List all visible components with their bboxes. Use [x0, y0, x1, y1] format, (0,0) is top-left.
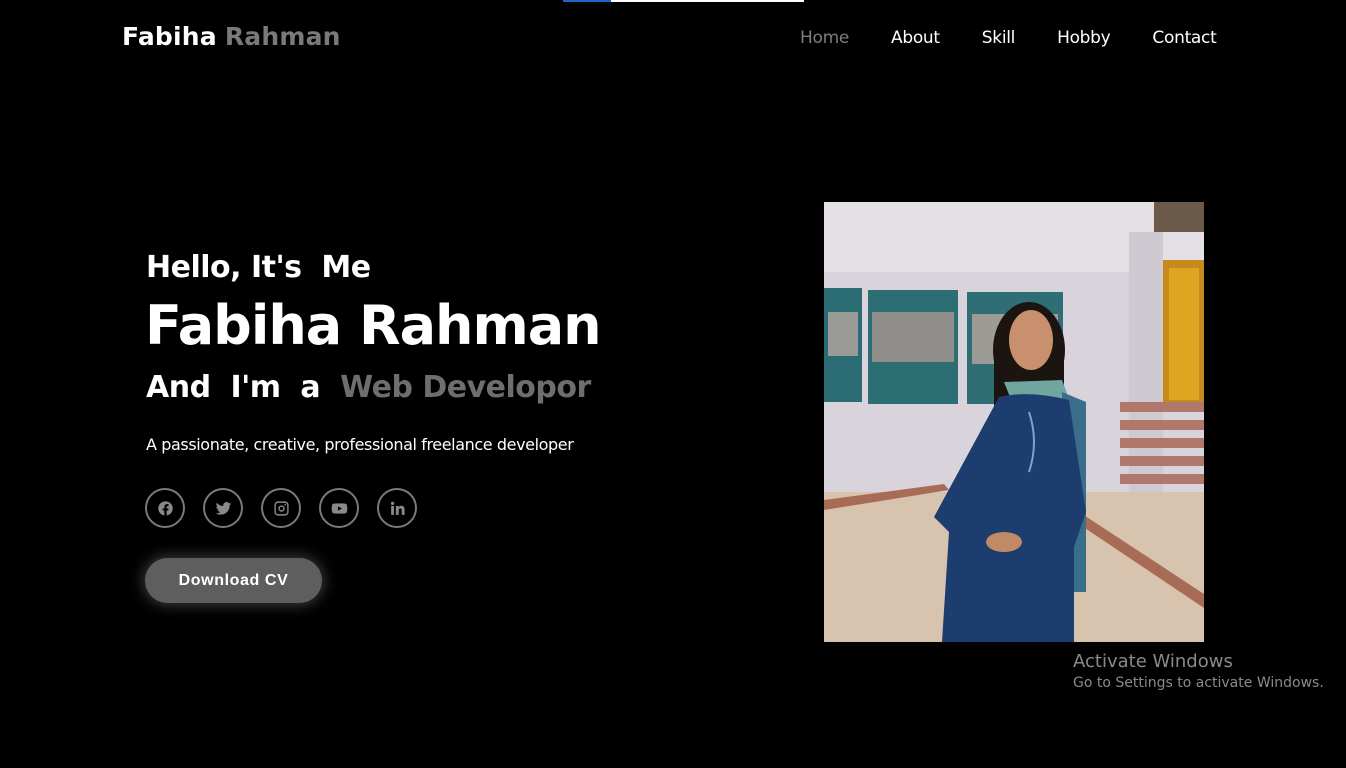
- linkedin-link[interactable]: [377, 488, 417, 528]
- hero-greeting: Hello, It's Me: [146, 250, 371, 285]
- youtube-link[interactable]: [319, 488, 359, 528]
- profile-photo-illustration: [824, 202, 1204, 642]
- nav-skill[interactable]: Skill: [982, 28, 1016, 48]
- twitter-icon: [215, 501, 231, 515]
- linkedin-icon: [390, 501, 405, 515]
- site-logo[interactable]: Fabiha Rahman: [122, 22, 341, 51]
- nav-home[interactable]: Home: [800, 28, 849, 48]
- portfolio-page: Fabiha Rahman Home About Skill Hobby Cont…: [0, 0, 1346, 768]
- logo-last-name: Rahman: [224, 22, 341, 51]
- watermark-title: Activate Windows: [1073, 651, 1233, 672]
- facebook-icon: [157, 500, 173, 516]
- hero-name: Fabiha Rahman: [145, 294, 602, 357]
- download-cv-button[interactable]: Download CV: [145, 558, 322, 603]
- hero-role-prefix: And I'm a: [146, 370, 341, 405]
- facebook-link[interactable]: [145, 488, 185, 528]
- profile-photo: [824, 202, 1204, 642]
- hero-role: And I'm a Web Developor: [146, 370, 591, 405]
- hero-tagline: A passionate, creative, professional fre…: [146, 435, 574, 454]
- nav-about[interactable]: About: [891, 28, 940, 48]
- nav-hobby[interactable]: Hobby: [1057, 28, 1111, 48]
- logo-first-name: Fabiha: [122, 22, 217, 51]
- page-load-progress: [563, 0, 612, 2]
- page-load-bar: [563, 0, 804, 2]
- watermark-subtitle: Go to Settings to activate Windows.: [1073, 675, 1324, 691]
- nav-contact[interactable]: Contact: [1152, 28, 1216, 48]
- instagram-link[interactable]: [261, 488, 301, 528]
- windows-activation-watermark: Activate Windows Go to Settings to activ…: [1073, 651, 1324, 691]
- social-links: [145, 488, 435, 528]
- main-nav: Home About Skill Hobby Contact: [800, 28, 1217, 48]
- youtube-icon: [331, 502, 347, 514]
- twitter-link[interactable]: [203, 488, 243, 528]
- instagram-icon: [273, 500, 289, 516]
- hero-role-title: Web Developor: [340, 370, 591, 405]
